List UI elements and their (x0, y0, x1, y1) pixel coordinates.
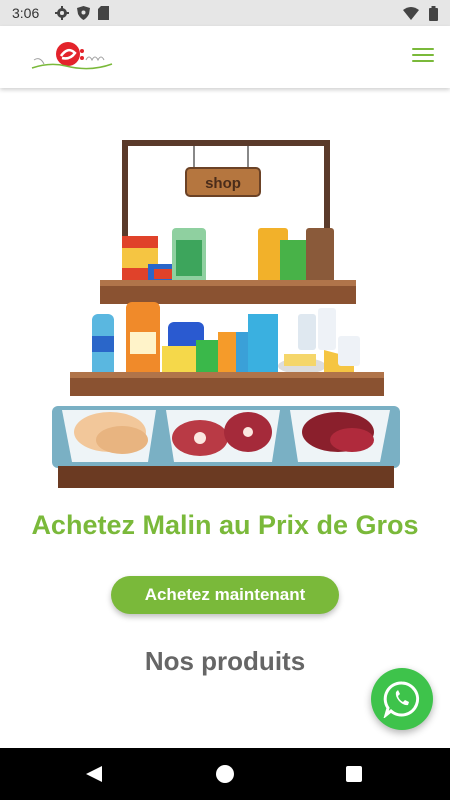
menu-line (412, 48, 434, 50)
whatsapp-button[interactable] (371, 668, 433, 730)
menu-line (412, 54, 434, 56)
battery-icon (429, 5, 438, 21)
shield-icon (77, 6, 91, 20)
menu-line (412, 60, 434, 62)
system-nav-bar (0, 748, 450, 800)
status-bar: 3:06 (0, 0, 450, 26)
shop-stall-illustration: shop (52, 140, 400, 488)
whatsapp-icon (383, 681, 420, 718)
app-header (0, 26, 450, 88)
headline: Achetez Malin au Prix de Gros (31, 510, 419, 540)
sd-card-icon (98, 6, 110, 20)
status-icons-right (403, 5, 438, 21)
home-icon[interactable] (216, 765, 234, 783)
status-icons-left (55, 6, 110, 20)
gear-icon (55, 6, 70, 20)
hamburger-menu-icon[interactable] (412, 48, 434, 64)
status-time: 3:06 (12, 5, 40, 21)
shop-sign-text: shop (205, 175, 241, 192)
hero-illustration: shop (40, 136, 410, 492)
recent-apps-icon[interactable] (346, 766, 362, 782)
back-icon[interactable] (86, 766, 102, 782)
logo[interactable] (30, 38, 114, 78)
shop-now-button[interactable]: Achetez maintenant (111, 576, 339, 614)
logo-mark (31, 42, 113, 70)
wifi-icon (403, 6, 419, 20)
section-title: Nos produits (144, 646, 306, 676)
